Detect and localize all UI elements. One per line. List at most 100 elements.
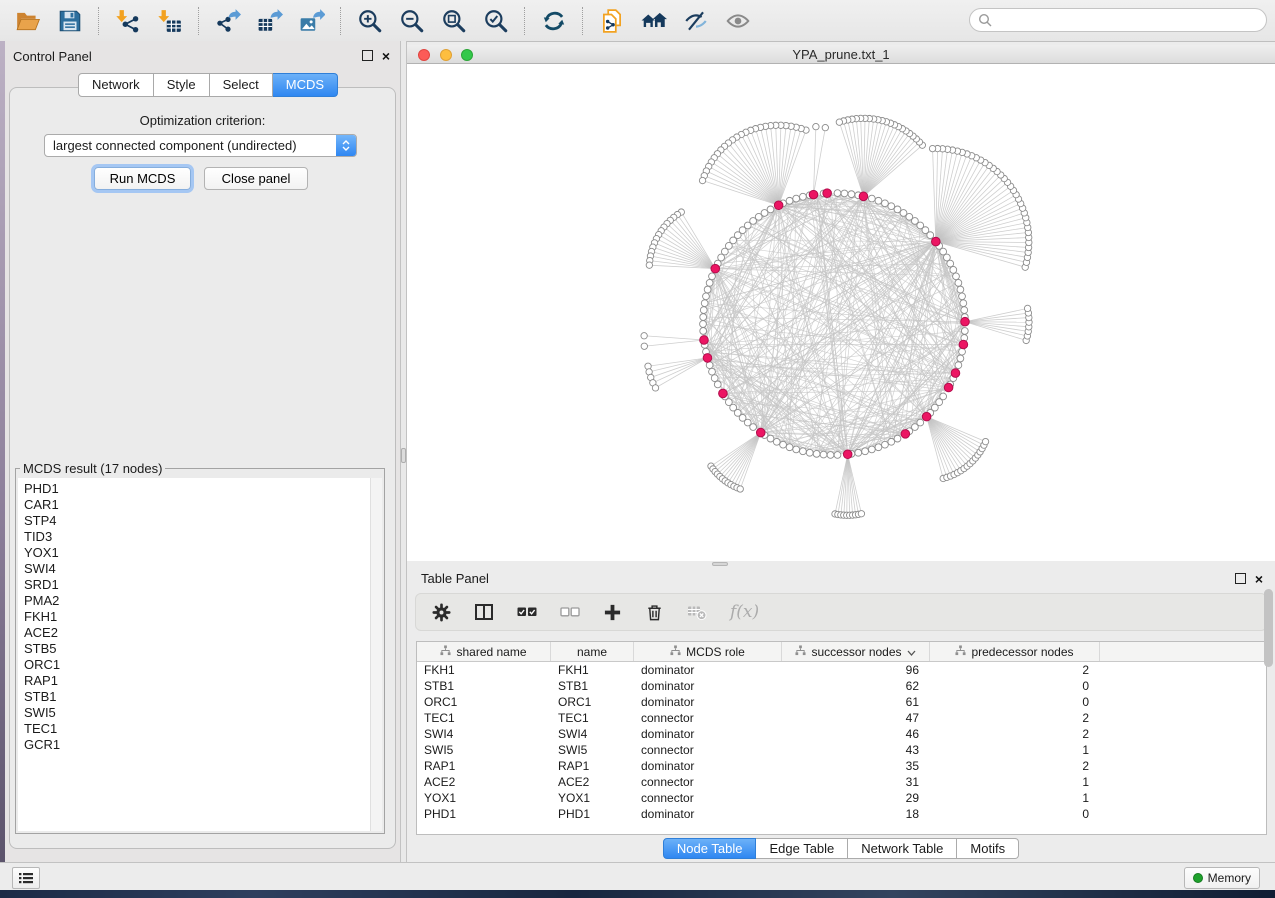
network-node[interactable]: [888, 438, 895, 445]
mcds-result-item[interactable]: PHD1: [18, 481, 382, 497]
network-node[interactable]: [858, 511, 864, 517]
mcds-result-item[interactable]: SWI4: [18, 561, 382, 577]
export-image-icon[interactable]: [297, 6, 327, 36]
network-node[interactable]: [827, 452, 834, 459]
network-node[interactable]: [703, 293, 710, 300]
show-panel-icon[interactable]: [723, 6, 753, 36]
mcds-result-item[interactable]: SRD1: [18, 577, 382, 593]
column-header-MCDS-role[interactable]: MCDS role: [634, 642, 782, 661]
network-node[interactable]: [800, 448, 807, 455]
network-node[interactable]: [929, 145, 935, 151]
column-header-name[interactable]: name: [551, 642, 634, 661]
delete-column-icon[interactable]: [645, 603, 664, 622]
hide-panel-icon[interactable]: [681, 6, 711, 36]
search-input[interactable]: [992, 12, 1258, 28]
network-node[interactable]: [646, 262, 652, 268]
split-columns-icon[interactable]: [474, 602, 494, 622]
home-icon[interactable]: [639, 6, 669, 36]
open-file-icon[interactable]: [13, 6, 43, 36]
table-row[interactable]: SWI4SWI4dominator462: [417, 726, 1266, 742]
mcds-result-item[interactable]: SWI5: [18, 705, 382, 721]
network-node[interactable]: [641, 343, 647, 349]
mcds-hub-node[interactable]: [901, 430, 910, 439]
import-network-icon[interactable]: [113, 6, 143, 36]
mcds-hub-node[interactable]: [700, 336, 709, 345]
network-node[interactable]: [822, 124, 828, 130]
network-node[interactable]: [701, 300, 708, 307]
network-node[interactable]: [862, 448, 869, 455]
tab-select[interactable]: Select: [210, 73, 273, 97]
network-node[interactable]: [793, 195, 800, 202]
tab-network-table[interactable]: Network Table: [848, 838, 957, 859]
network-node[interactable]: [961, 328, 968, 335]
network-node[interactable]: [959, 348, 966, 355]
network-node[interactable]: [709, 273, 716, 280]
tab-network[interactable]: Network: [78, 73, 154, 97]
network-node[interactable]: [793, 446, 800, 453]
close-panel-button[interactable]: Close panel: [204, 167, 308, 190]
clone-network-icon[interactable]: [597, 6, 627, 36]
mcds-result-item[interactable]: YOX1: [18, 545, 382, 561]
network-node[interactable]: [960, 300, 967, 307]
network-node[interactable]: [955, 362, 962, 369]
mcds-hub-node[interactable]: [932, 237, 941, 246]
mcds-hub-node[interactable]: [951, 369, 960, 378]
network-node[interactable]: [700, 314, 707, 321]
mcds-result-item[interactable]: TID3: [18, 529, 382, 545]
network-node[interactable]: [706, 362, 713, 369]
network-node[interactable]: [841, 190, 848, 197]
mcds-hub-node[interactable]: [809, 190, 818, 199]
mcds-result-item[interactable]: ACE2: [18, 625, 382, 641]
zoom-fit-icon[interactable]: [439, 6, 469, 36]
network-node[interactable]: [820, 451, 827, 458]
mcds-result-item[interactable]: RAP1: [18, 673, 382, 689]
network-node[interactable]: [714, 381, 721, 388]
network-node[interactable]: [699, 177, 705, 183]
table-row[interactable]: FKH1FKH1dominator962: [417, 662, 1266, 678]
tab-style[interactable]: Style: [154, 73, 210, 97]
network-node[interactable]: [718, 254, 725, 261]
network-node[interactable]: [882, 200, 889, 207]
network-node[interactable]: [882, 441, 889, 448]
column-header-shared-name[interactable]: shared name: [417, 642, 551, 661]
close-panel-icon[interactable]: ×: [382, 51, 390, 61]
network-node[interactable]: [806, 449, 813, 456]
mcds-hub-node[interactable]: [703, 354, 712, 363]
node-table[interactable]: shared namenameMCDS rolesuccessor nodesp…: [416, 641, 1267, 835]
network-node[interactable]: [950, 266, 957, 273]
network-node[interactable]: [737, 486, 743, 492]
save-session-icon[interactable]: [55, 6, 85, 36]
network-node[interactable]: [875, 197, 882, 204]
table-row[interactable]: ORC1ORC1dominator610: [417, 694, 1266, 710]
mcds-result-item[interactable]: STB5: [18, 641, 382, 657]
network-node[interactable]: [947, 260, 954, 267]
network-node[interactable]: [940, 393, 947, 400]
memory-button[interactable]: Memory: [1184, 867, 1260, 889]
network-node[interactable]: [750, 424, 757, 431]
network-node[interactable]: [868, 446, 875, 453]
network-node[interactable]: [868, 195, 875, 202]
mcds-hub-node[interactable]: [774, 201, 783, 210]
table-row[interactable]: PHD1PHD1dominator180: [417, 806, 1266, 822]
network-node[interactable]: [813, 123, 819, 129]
mcds-hub-node[interactable]: [961, 317, 970, 326]
table-row[interactable]: RAP1RAP1dominator352: [417, 758, 1266, 774]
import-table-icon[interactable]: [155, 6, 185, 36]
network-node[interactable]: [700, 328, 707, 335]
network-node[interactable]: [982, 438, 988, 444]
mcds-hub-node[interactable]: [944, 383, 953, 392]
network-node[interactable]: [813, 450, 820, 457]
network-canvas[interactable]: [407, 64, 1275, 561]
table-row[interactable]: TEC1TEC1connector472: [417, 710, 1266, 726]
network-node[interactable]: [700, 307, 707, 314]
network-node[interactable]: [894, 435, 901, 442]
mcds-hub-node[interactable]: [719, 389, 728, 398]
network-node[interactable]: [767, 435, 774, 442]
splitter-handle[interactable]: [401, 448, 406, 463]
mcds-result-item[interactable]: GCR1: [18, 737, 382, 753]
mcds-hub-node[interactable]: [823, 189, 832, 198]
table-row[interactable]: ACE2ACE2connector311: [417, 774, 1266, 790]
network-window-titlebar[interactable]: YPA_prune.txt_1: [407, 45, 1275, 64]
mcds-result-item[interactable]: STB1: [18, 689, 382, 705]
mcds-hub-node[interactable]: [922, 412, 931, 421]
